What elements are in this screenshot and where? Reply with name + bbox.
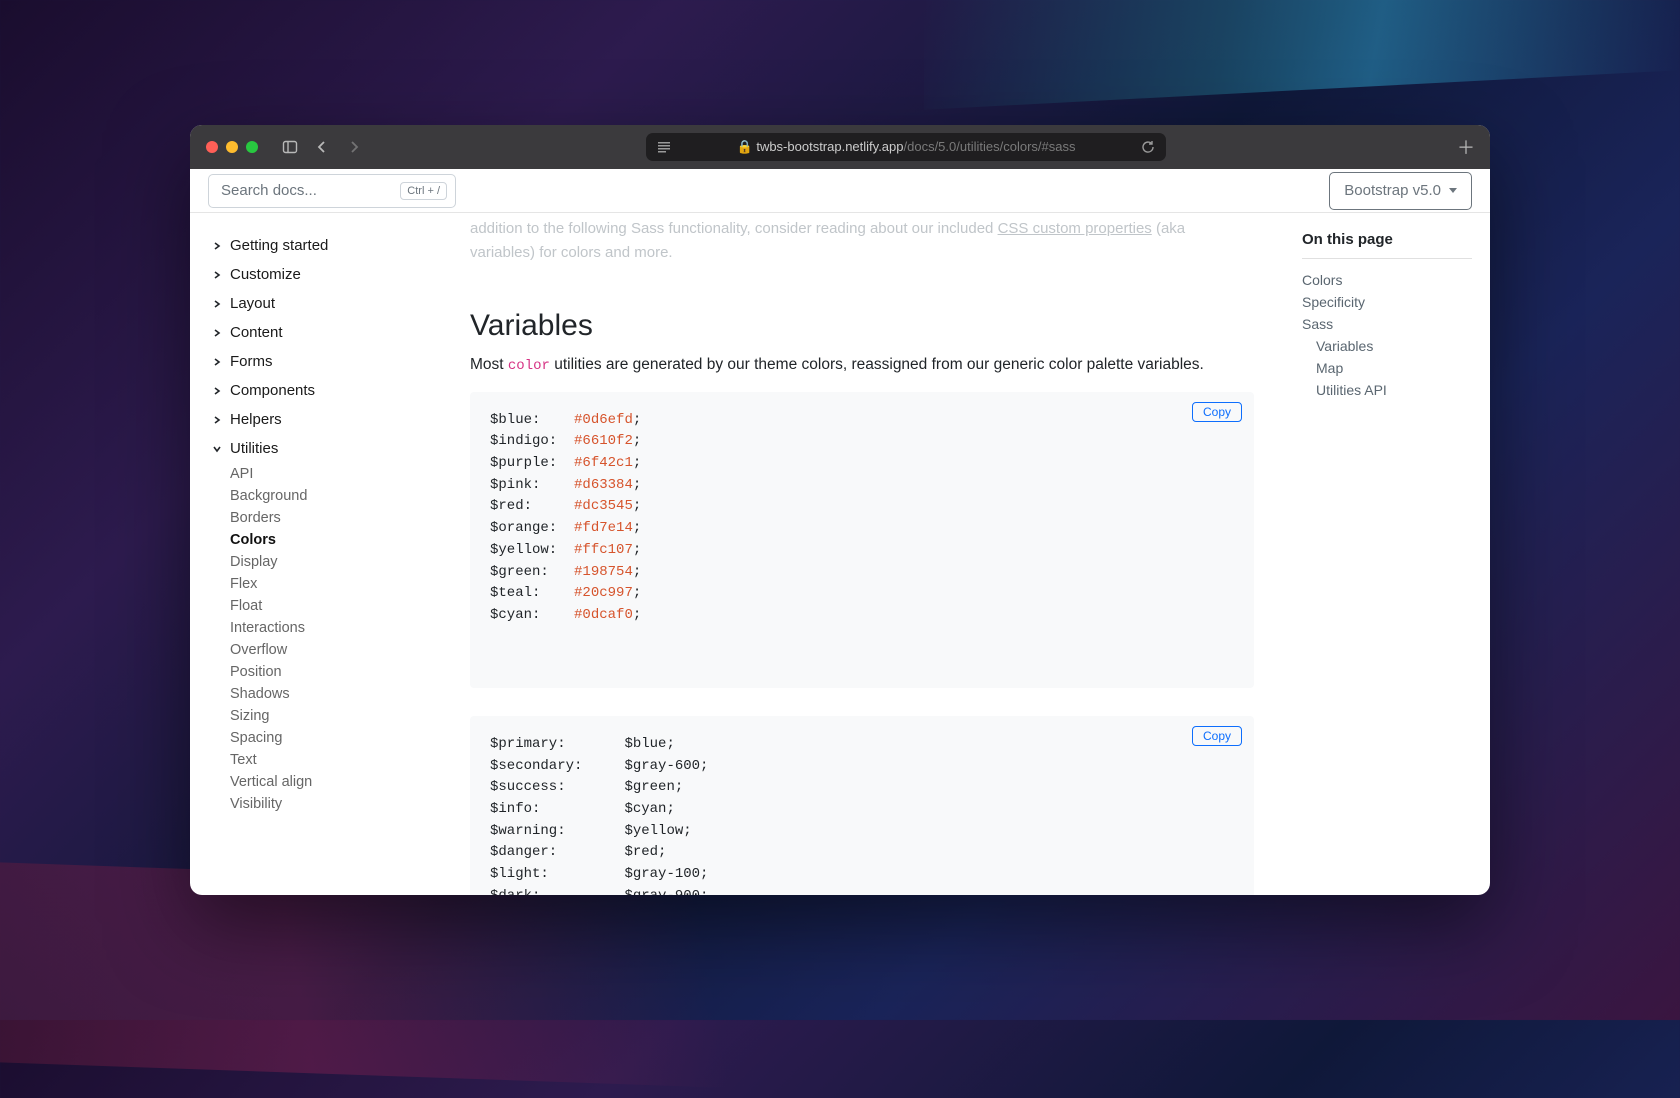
sidebar-nav: Getting started Customize Layout Content For…	[190, 213, 450, 895]
variables-intro: Most color utilities are generated by ou…	[470, 353, 1254, 378]
chevron-right-icon	[210, 357, 224, 367]
version-label: Bootstrap v5.0	[1344, 182, 1441, 199]
code-block-colors: $blue: #0d6efd; $indigo: #6610f2; $purpl…	[470, 392, 1254, 688]
main-content: addition to the following Sass functiona…	[450, 213, 1290, 895]
css-custom-props-link[interactable]: CSS custom properties	[998, 220, 1152, 237]
inline-code-color: color	[508, 358, 550, 374]
url-bar[interactable]: 🔒 twbs-bootstrap.netlify.app/docs/5.0/ut…	[646, 133, 1166, 161]
titlebar: 🔒 twbs-bootstrap.netlify.app/docs/5.0/ut…	[190, 125, 1490, 169]
toc-item-colors[interactable]: Colors	[1302, 269, 1472, 291]
chevron-down-icon	[210, 444, 224, 454]
toc-subitem-utilities-api[interactable]: Utilities API	[1316, 379, 1472, 401]
toc-item-specificity[interactable]: Specificity	[1302, 291, 1472, 313]
nav-group-label: Forms	[230, 353, 273, 370]
browser-window: 🔒 twbs-bootstrap.netlify.app/docs/5.0/ut…	[190, 125, 1490, 895]
sidebar-item-background[interactable]: Background	[230, 485, 442, 507]
nav-group-forms[interactable]: Forms	[208, 347, 442, 376]
nav-group-customize[interactable]: Customize	[208, 260, 442, 289]
minimize-window-button[interactable]	[226, 141, 238, 153]
variables-heading: Variables	[470, 309, 1254, 343]
doc-topbar: Search docs... Ctrl + / Bootstrap v5.0	[190, 169, 1490, 213]
sidebar-item-borders[interactable]: Borders	[230, 507, 442, 529]
toc-item-sass[interactable]: Sass	[1302, 313, 1472, 335]
toc-title: On this page	[1302, 231, 1472, 259]
sidebar-item-sizing[interactable]: Sizing	[230, 705, 442, 727]
search-input[interactable]: Search docs... Ctrl + /	[208, 174, 456, 208]
nav-group-label: Content	[230, 324, 283, 341]
chevron-right-icon	[210, 299, 224, 309]
url-text: 🔒 twbs-bootstrap.netlify.app/docs/5.0/ut…	[680, 139, 1132, 155]
sidebar-item-float[interactable]: Float	[230, 595, 442, 617]
nav-group-getting-started[interactable]: Getting started	[208, 231, 442, 260]
close-window-button[interactable]	[206, 141, 218, 153]
new-tab-button[interactable]: ＋	[1458, 139, 1474, 155]
sidebar-toggle-icon[interactable]	[278, 135, 302, 159]
nav-group-layout[interactable]: Layout	[208, 289, 442, 318]
sidebar-item-interactions[interactable]: Interactions	[230, 617, 442, 639]
nav-group-label: Customize	[230, 266, 301, 283]
copy-button[interactable]: Copy	[1192, 402, 1242, 422]
refresh-icon[interactable]	[1140, 139, 1156, 155]
sidebar-item-colors[interactable]: Colors	[230, 529, 442, 551]
sidebar-item-shadows[interactable]: Shadows	[230, 683, 442, 705]
sidebar-item-text[interactable]: Text	[230, 749, 442, 771]
nav-group-label: Components	[230, 382, 315, 399]
sidebar-item-flex[interactable]: Flex	[230, 573, 442, 595]
maximize-window-button[interactable]	[246, 141, 258, 153]
sidebar-item-spacing[interactable]: Spacing	[230, 727, 442, 749]
nav-group-utilities[interactable]: Utilities	[208, 434, 442, 463]
nav-group-label: Helpers	[230, 411, 282, 428]
nav-group-helpers[interactable]: Helpers	[208, 405, 442, 434]
nav-group-content[interactable]: Content	[208, 318, 442, 347]
search-placeholder: Search docs...	[221, 182, 317, 199]
chevron-right-icon	[210, 386, 224, 396]
sidebar-item-visibility[interactable]: Visibility	[230, 793, 442, 815]
reader-mode-icon[interactable]	[656, 139, 672, 155]
sidebar-item-vertical-align[interactable]: Vertical align	[230, 771, 442, 793]
sidebar-item-overflow[interactable]: Overflow	[230, 639, 442, 661]
nav-group-label: Utilities	[230, 440, 278, 457]
forward-button[interactable]	[342, 135, 366, 159]
chevron-right-icon	[210, 270, 224, 280]
chevron-right-icon	[210, 328, 224, 338]
search-shortcut-badge: Ctrl + /	[400, 182, 447, 200]
code-block-theme: $primary: $blue; $secondary: $gray-600; …	[470, 716, 1254, 895]
chevron-down-icon	[1449, 188, 1457, 193]
toc-subitem-map[interactable]: Map	[1316, 357, 1472, 379]
copy-button[interactable]: Copy	[1192, 726, 1242, 746]
toc-subitem-variables[interactable]: Variables	[1316, 335, 1472, 357]
sidebar-item-display[interactable]: Display	[230, 551, 442, 573]
table-of-contents: On this page ColorsSpecificitySassVariab…	[1290, 213, 1490, 895]
back-button[interactable]	[310, 135, 334, 159]
nav-group-components[interactable]: Components	[208, 376, 442, 405]
chevron-right-icon	[210, 241, 224, 251]
window-controls	[206, 141, 258, 153]
intro-faded-text: addition to the following Sass functiona…	[470, 217, 1254, 265]
lock-icon: 🔒	[737, 139, 757, 154]
chevron-right-icon	[210, 415, 224, 425]
sidebar-item-position[interactable]: Position	[230, 661, 442, 683]
nav-group-label: Getting started	[230, 237, 328, 254]
version-dropdown[interactable]: Bootstrap v5.0	[1329, 172, 1472, 210]
sidebar-item-api[interactable]: API	[230, 463, 442, 485]
nav-group-label: Layout	[230, 295, 275, 312]
